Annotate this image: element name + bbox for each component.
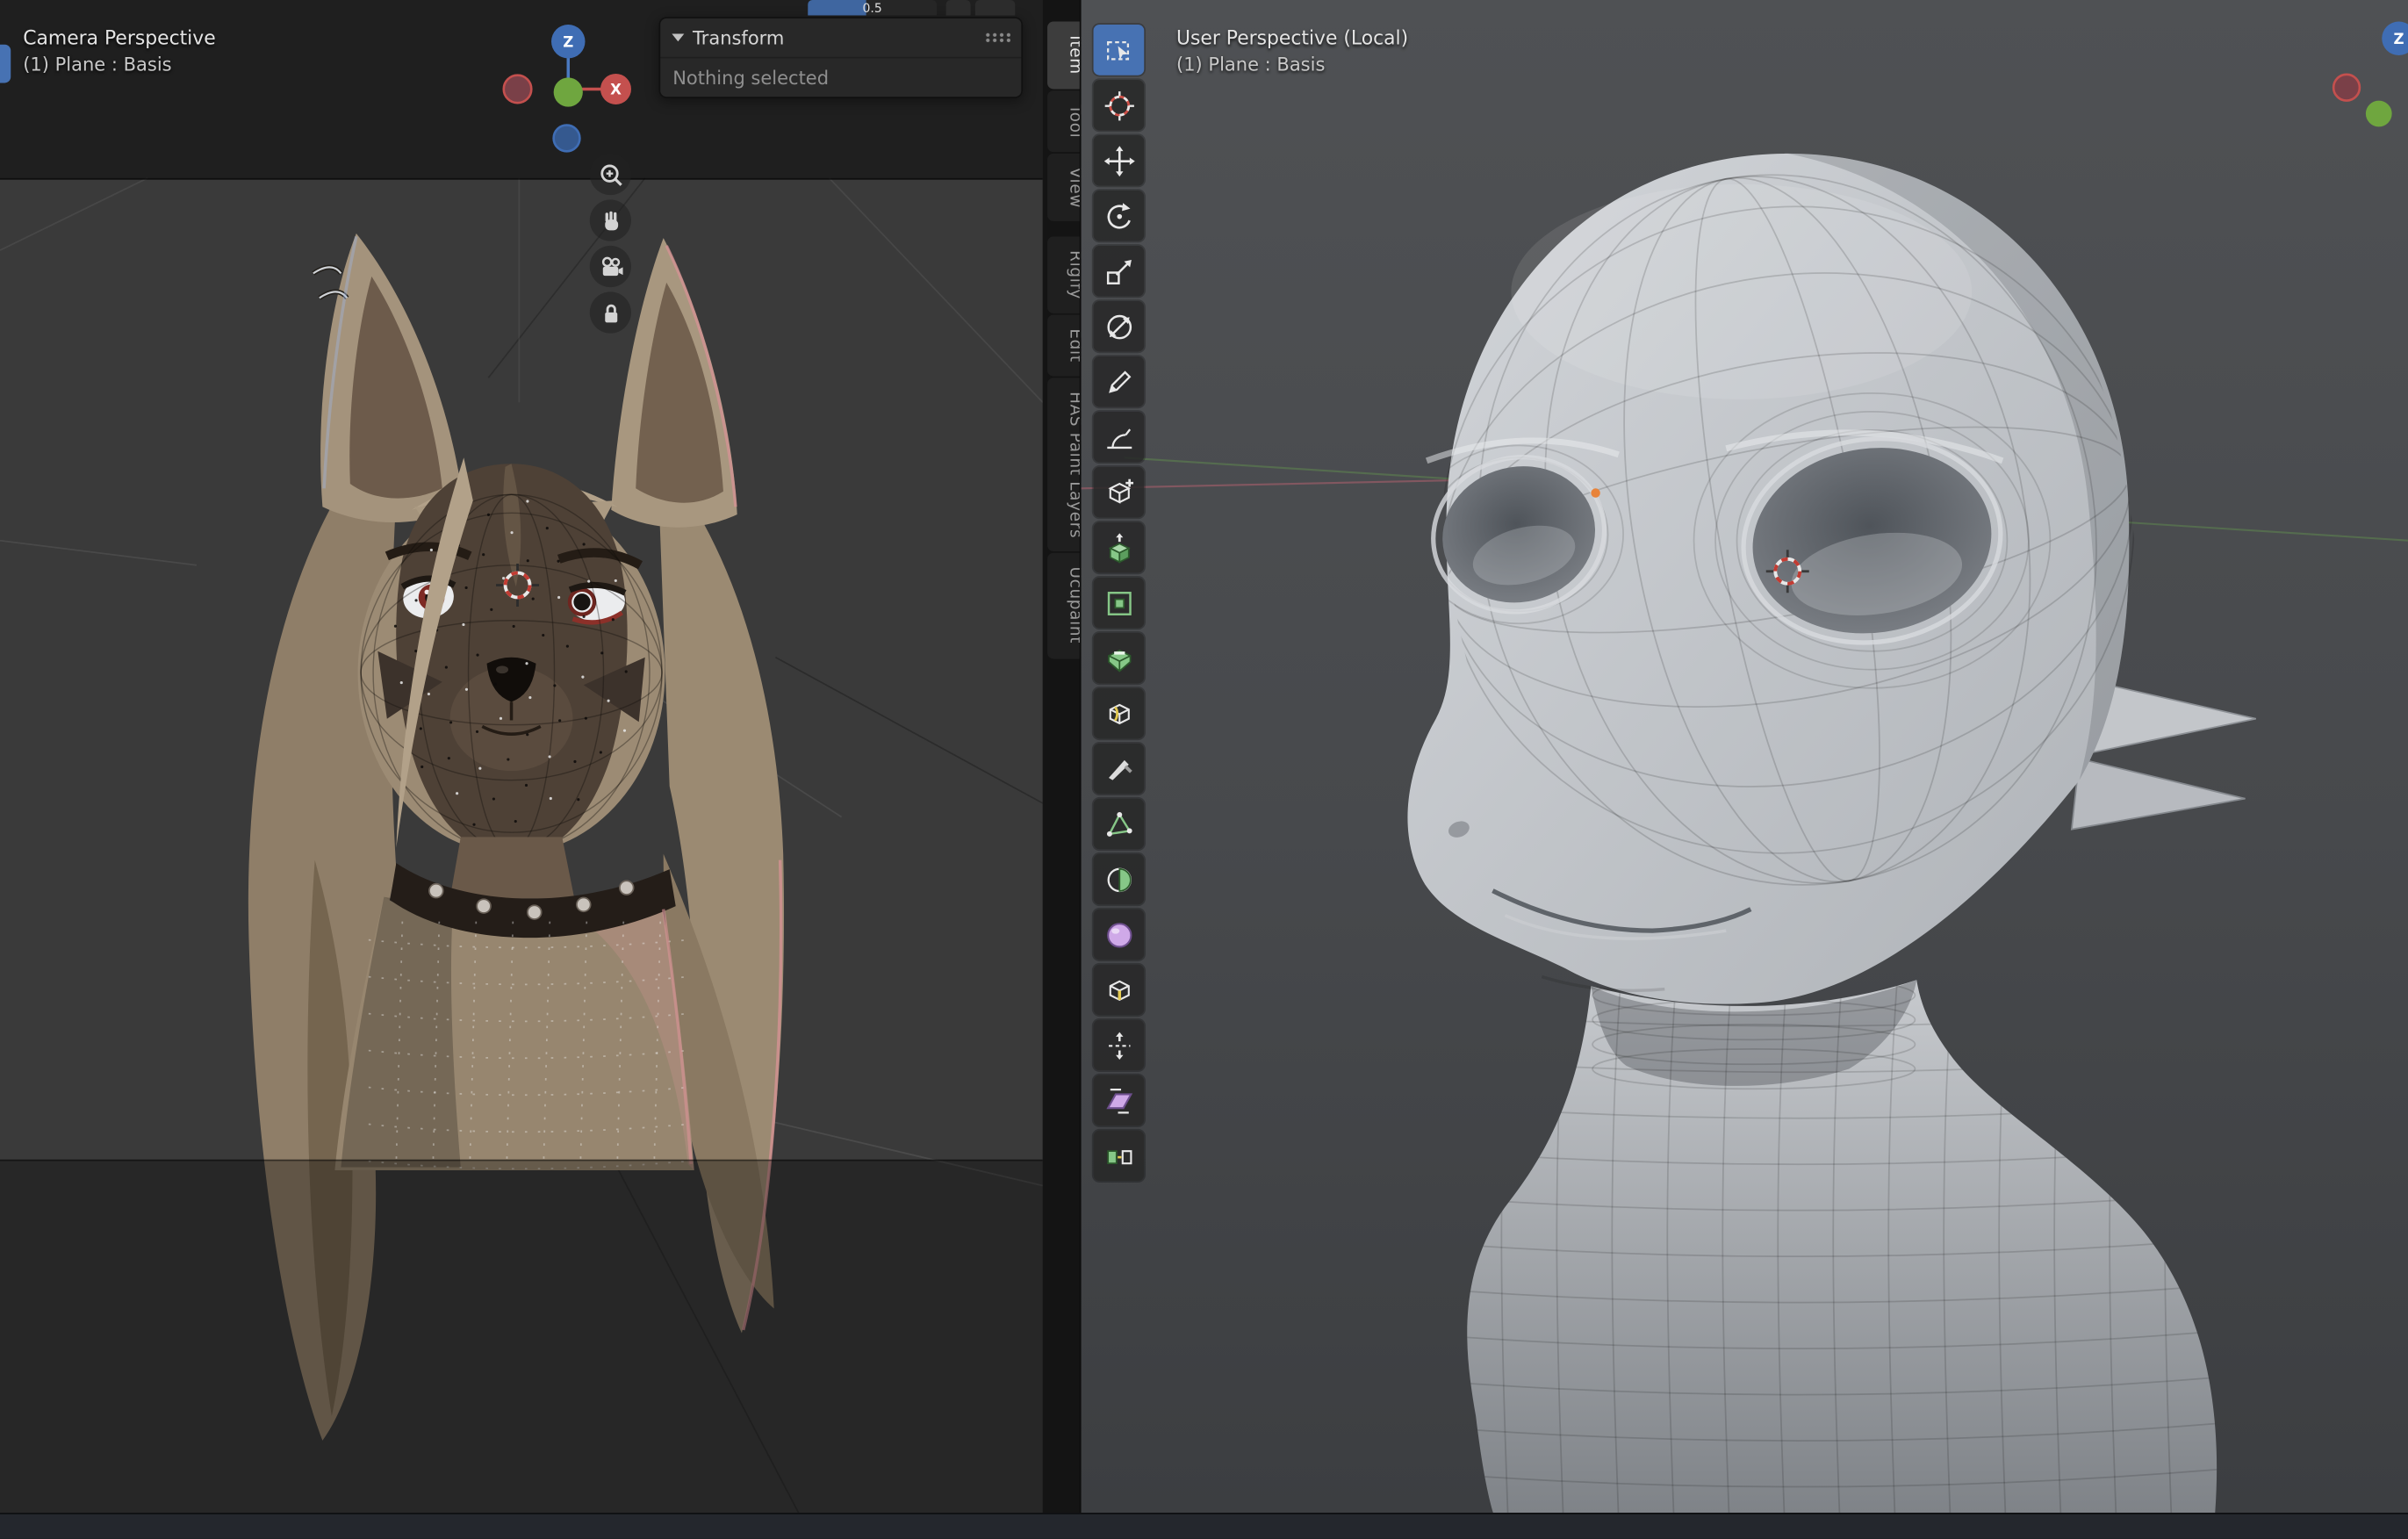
rotate-icon	[1102, 199, 1135, 233]
status-bar	[0, 1513, 2408, 1539]
partial-grid-button[interactable]	[946, 0, 971, 15]
gizmo-x-label: X	[610, 82, 622, 98]
poly-build-icon	[1102, 807, 1135, 840]
spin-icon	[1102, 862, 1135, 895]
slider-value: 0.5	[808, 0, 937, 15]
tool-select-box[interactable]	[1094, 25, 1145, 76]
viewport-user[interactable]: User Perspective (Local) (1) Plane : Bas…	[1080, 0, 2408, 1513]
tool-spin[interactable]	[1094, 854, 1145, 905]
navigation-gizmo-partial[interactable]: Z	[2318, 12, 2408, 166]
transform-panel-header[interactable]: Transform	[660, 18, 1021, 58]
gizmo-z-label: Z	[563, 33, 573, 50]
annotate-icon	[1102, 364, 1135, 398]
blender-window: Camera Perspective (1) Plane : Basis Tra…	[0, 0, 2408, 1537]
viewport-camera[interactable]: Camera Perspective (1) Plane : Basis Tra…	[0, 0, 1043, 1513]
viewport-view-label: User Perspective (Local)	[1176, 26, 1408, 49]
tool-knife[interactable]	[1094, 744, 1145, 795]
tool-rotate[interactable]	[1094, 191, 1145, 241]
chevron-down-icon	[671, 32, 685, 43]
lock-icon	[597, 298, 624, 326]
tool-bevel[interactable]	[1094, 633, 1145, 684]
cursor-icon	[1102, 89, 1135, 122]
transform-panel-title: Transform	[693, 27, 984, 48]
viewport-object-info: (1) Plane : Basis	[1176, 54, 1325, 75]
tool-inset-faces[interactable]	[1094, 578, 1145, 629]
gizmo-axis-y[interactable]	[2366, 101, 2392, 127]
measure-icon	[1102, 420, 1135, 453]
gizmo-axis-neg-x[interactable]	[2333, 75, 2360, 101]
sidebar-tab-strip: ItemToolViewRigifyEditHAS Paint LayersUc…	[1043, 0, 1080, 1513]
camera-view-button[interactable]	[590, 246, 631, 287]
scale-icon	[1102, 255, 1135, 288]
shrink-fatten-icon	[1102, 1028, 1135, 1061]
viewport-view-label: Camera Perspective	[23, 26, 215, 49]
tool-poly-build[interactable]	[1094, 799, 1145, 850]
add-cube-icon	[1102, 475, 1135, 508]
right-3d-scene	[1082, 0, 2408, 1513]
edge-slide-icon	[1102, 973, 1135, 1006]
partial-button[interactable]	[975, 0, 1015, 15]
tool-loop-cut[interactable]	[1094, 688, 1145, 739]
navigation-gizmo[interactable]: Z X	[488, 15, 657, 169]
lock-view-button[interactable]	[590, 291, 631, 333]
tool-transform[interactable]	[1094, 301, 1145, 352]
tool-measure[interactable]	[1094, 412, 1145, 463]
shear-icon	[1102, 1083, 1135, 1117]
gizmo-axis-neg-x[interactable]	[504, 76, 531, 103]
tool-rip-region[interactable]	[1094, 1131, 1145, 1182]
topbar-fragment: 0.5	[799, 0, 1045, 15]
tool-smooth[interactable]	[1094, 910, 1145, 960]
transform-icon	[1102, 309, 1135, 342]
pan-button[interactable]	[590, 199, 631, 241]
transform-panel-message: Nothing selected	[660, 58, 1021, 89]
rip-region-icon	[1102, 1139, 1135, 1172]
tool-shear[interactable]	[1094, 1075, 1145, 1126]
transform-panel: Transform Nothing selected	[658, 17, 1023, 98]
panel-grip-handle[interactable]	[984, 32, 1010, 43]
tool-scale[interactable]	[1094, 246, 1145, 297]
camera-passepartout-bottom	[0, 1160, 1043, 1513]
zoom-icon	[597, 161, 624, 188]
zoom-button[interactable]	[590, 154, 631, 195]
active-tool-button-partial[interactable]	[0, 45, 11, 83]
gizmo-z-label: Z	[2393, 31, 2404, 47]
toolbar	[1094, 25, 1146, 1186]
loop-cut-icon	[1102, 696, 1135, 730]
tool-shrink-fatten[interactable]	[1094, 1020, 1145, 1071]
smooth-icon	[1102, 917, 1135, 951]
object-origin-dot	[1591, 488, 1599, 497]
tool-annotate[interactable]	[1094, 356, 1145, 407]
move-icon	[1102, 144, 1135, 177]
hand-icon	[597, 206, 624, 234]
viewport-object-info: (1) Plane : Basis	[23, 54, 171, 75]
tool-cursor[interactable]	[1094, 80, 1145, 131]
knife-icon	[1102, 752, 1135, 785]
gizmo-axis-y[interactable]	[554, 77, 583, 106]
partial-value-slider[interactable]: 0.5	[808, 0, 937, 15]
extrude-region-icon	[1102, 530, 1135, 564]
bevel-icon	[1102, 641, 1135, 674]
camera-icon	[597, 253, 624, 280]
tool-edge-slide[interactable]	[1094, 965, 1145, 1016]
tool-move[interactable]	[1094, 135, 1145, 186]
tool-extrude-region[interactable]	[1094, 522, 1145, 573]
inset-faces-icon	[1102, 586, 1135, 619]
select-box-icon	[1102, 33, 1135, 67]
tool-add-cube[interactable]	[1094, 467, 1145, 518]
gizmo-axis-neg-z[interactable]	[554, 126, 580, 152]
